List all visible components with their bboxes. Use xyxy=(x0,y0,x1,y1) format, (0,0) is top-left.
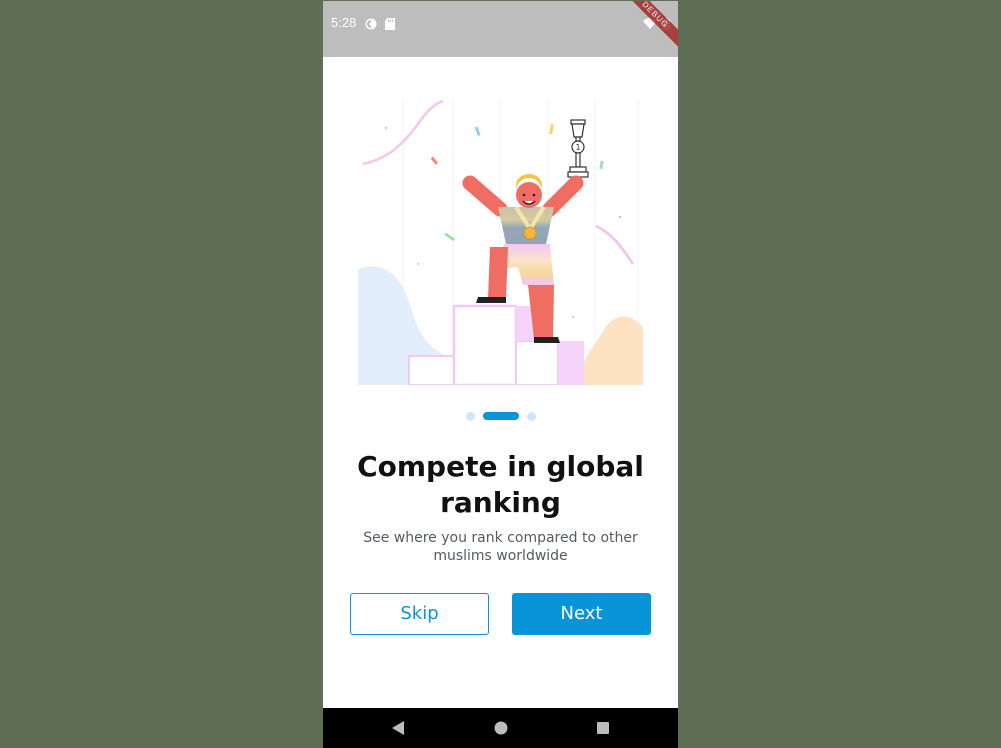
phone-screen: 5:28 DEBUG 1 Compete in global ranking S… xyxy=(323,1,678,748)
svg-text:1: 1 xyxy=(575,143,580,152)
sd-card-icon xyxy=(385,15,395,34)
status-time: 5:28 xyxy=(331,15,357,30)
recents-icon[interactable] xyxy=(595,720,611,736)
sync-icon xyxy=(365,15,377,34)
next-button[interactable]: Next xyxy=(512,593,651,635)
page-dot-active[interactable] xyxy=(482,412,519,420)
page-dot[interactable] xyxy=(465,411,475,421)
back-icon[interactable] xyxy=(391,720,407,736)
navigation-bar xyxy=(323,708,678,748)
onboarding-title: Compete in global ranking xyxy=(357,450,644,519)
trophy-winner-illustration: 1 xyxy=(358,99,643,387)
status-bar: 5:28 DEBUG xyxy=(323,1,678,57)
skip-button[interactable]: Skip xyxy=(350,593,489,635)
home-icon[interactable] xyxy=(493,720,509,736)
page-dot[interactable] xyxy=(526,411,536,421)
status-left-icons xyxy=(365,15,395,34)
onboarding-subtitle: See where you rank compared to other mus… xyxy=(363,530,638,564)
page-indicator xyxy=(323,411,678,421)
